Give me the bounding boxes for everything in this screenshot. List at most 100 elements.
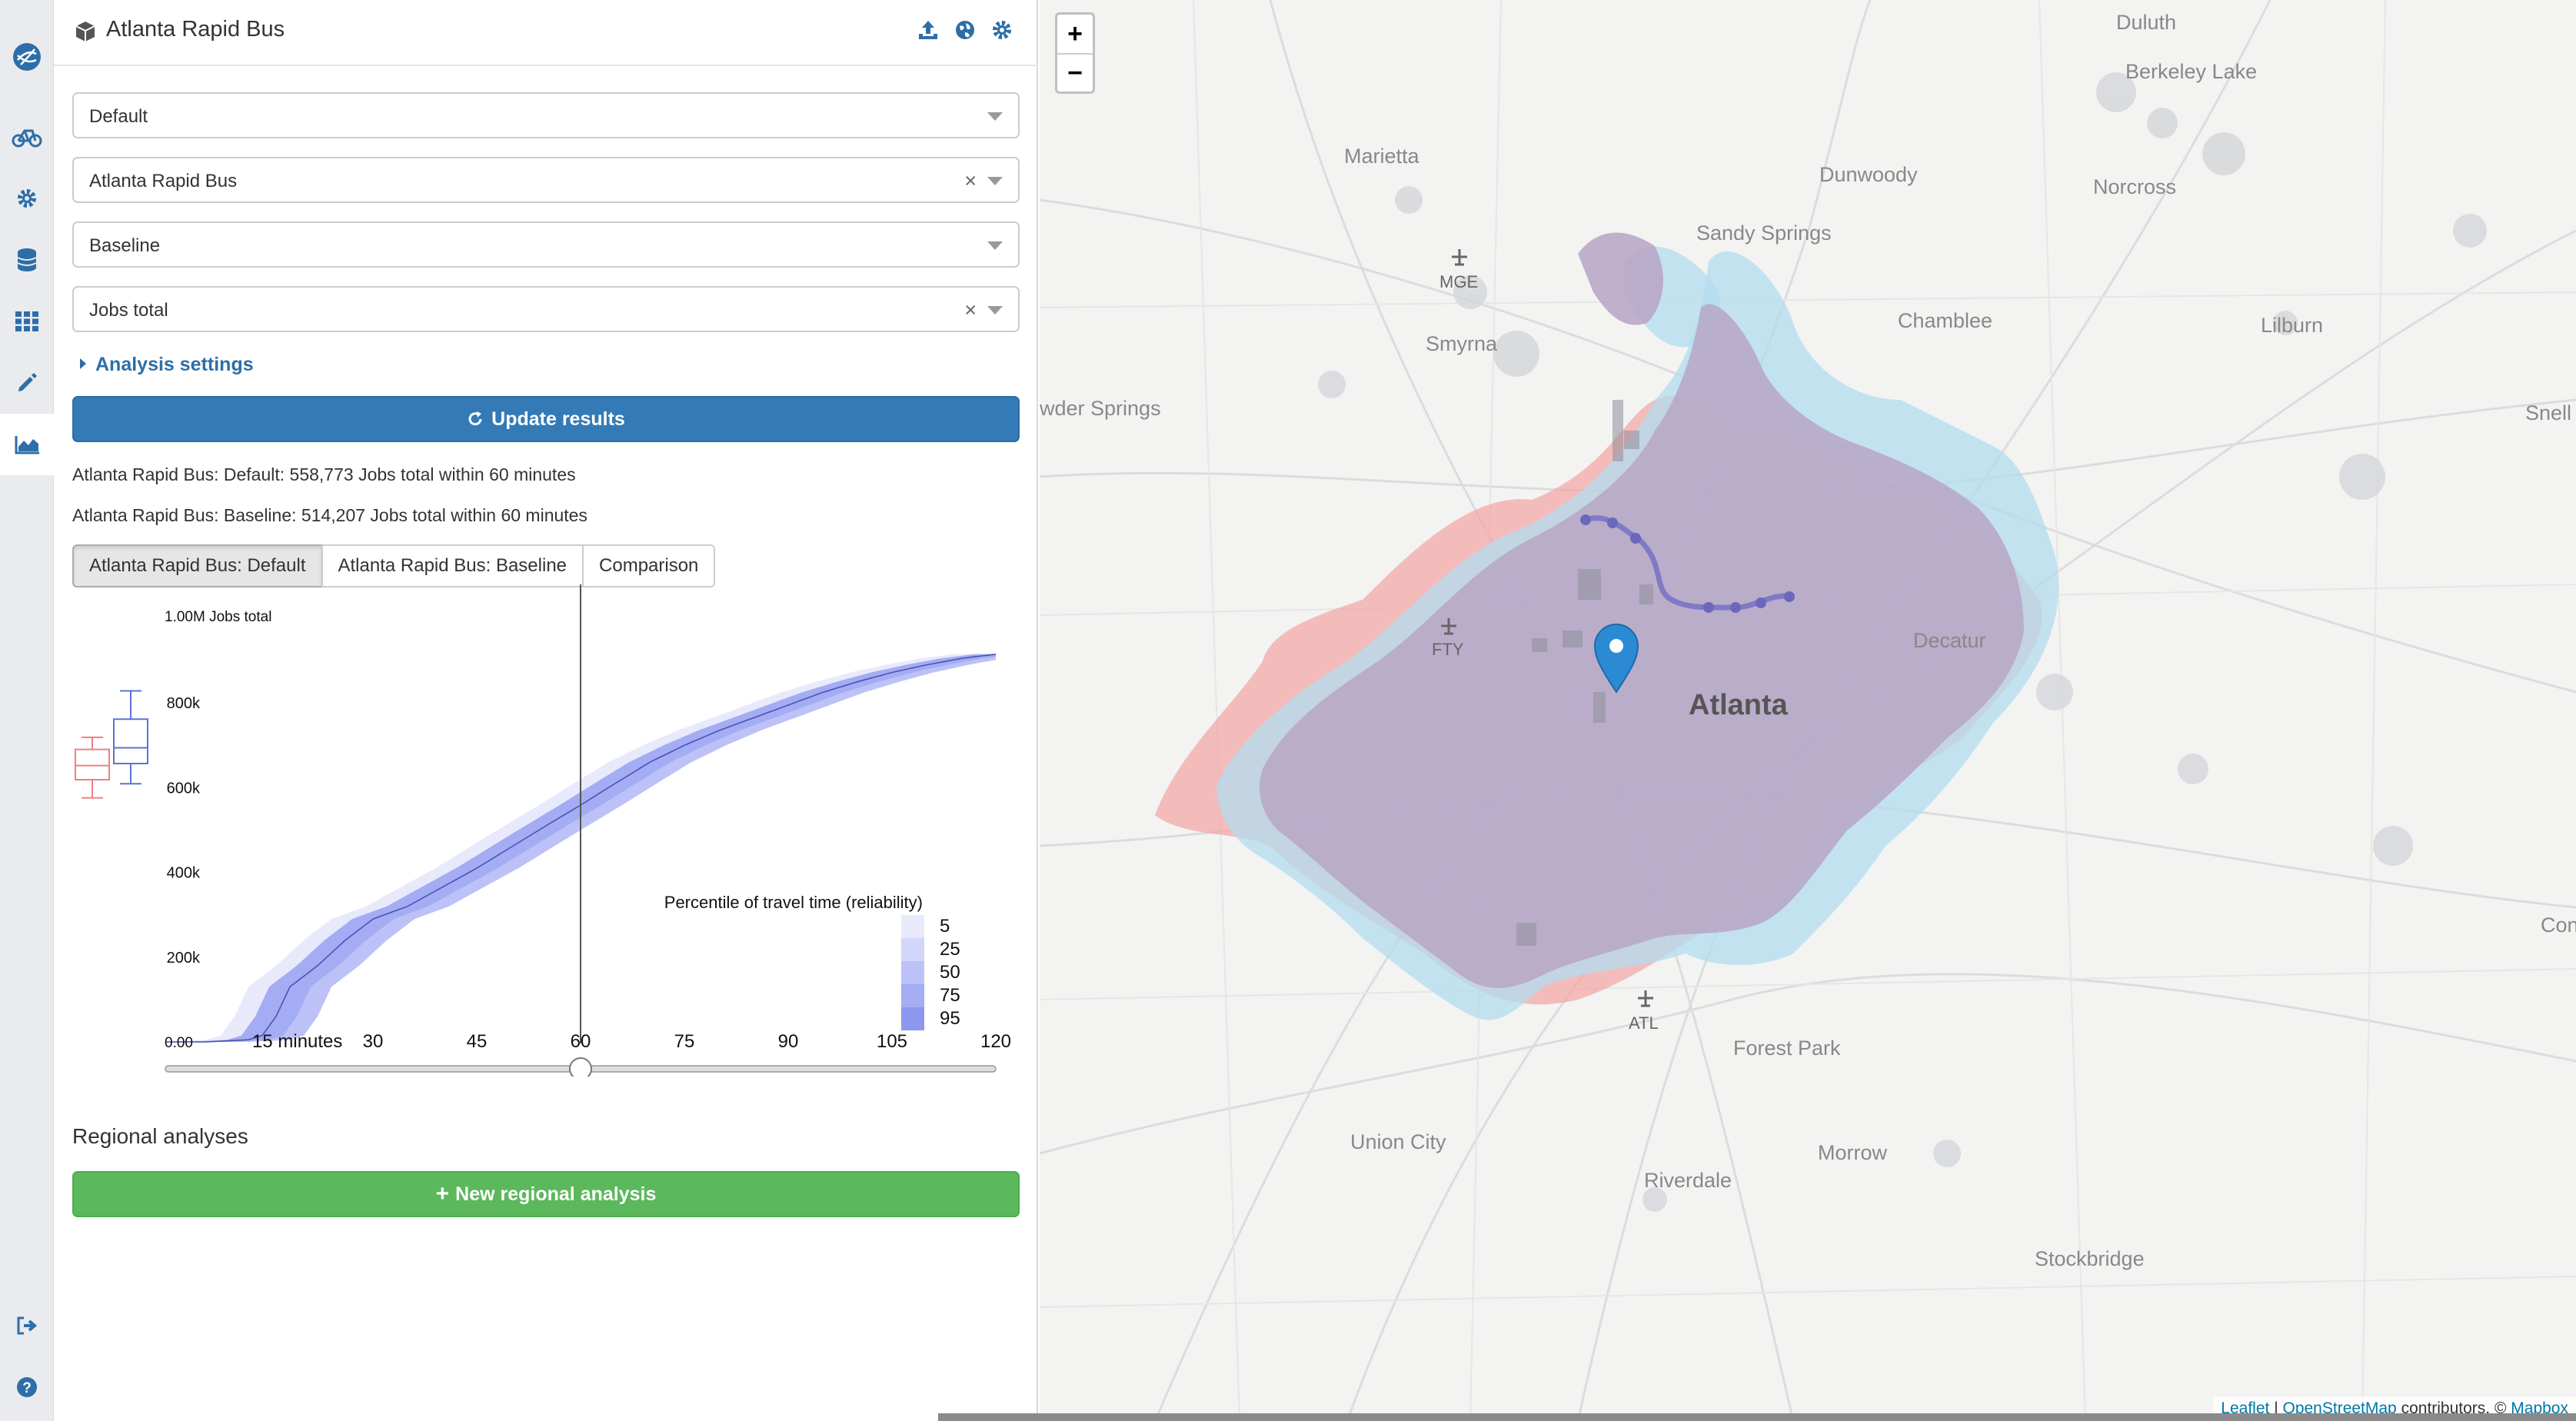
zoom-out-button[interactable]: − [1057,53,1093,92]
x-tick-45: 45 [467,1031,488,1052]
accessibility-chart: 1.00M Jobs total 800k 600k 400k 200k 0.00 15 m… [75,584,1011,1077]
new-regional-analysis-label: New regional analysis [455,1183,657,1205]
project-select[interactable]: Atlanta Rapid Bus × [72,157,1020,203]
percentile-bands [165,584,997,1043]
project-title: Atlanta Rapid Bus [106,17,285,42]
place-label-marietta: Marietta [1344,145,1419,168]
upload-icon[interactable] [917,18,940,45]
place-label-smyrna: Smyrna [1426,332,1498,355]
x-tick-90: 90 [778,1031,799,1052]
place-label-atlanta: Atlanta [1689,689,1788,721]
y-tick-600k: 600k [167,780,201,797]
legend-label-5: 5 [940,916,950,937]
variant-select[interactable]: Default [72,92,1020,138]
x-tick-105: 105 [877,1031,907,1052]
horizontal-scrollbar[interactable] [938,1413,2576,1421]
place-label-snell: Snell [2525,401,2572,424]
place-label-con: Con [2541,914,2576,937]
globe-icon[interactable] [954,18,977,45]
slider-handle[interactable] [569,1057,592,1077]
variant-select-value: Default [89,106,148,127]
tab-comparison[interactable]: Comparison [582,544,716,587]
place-label-decatur: Decatur [1913,629,1986,652]
zoom-in-button[interactable]: + [1057,15,1093,53]
logo-icon[interactable] [0,26,54,88]
baseline-accessibility-stat: Atlanta Rapid Bus: Baseline: 514,207 Job… [72,505,587,525]
clear-icon[interactable]: × [964,298,977,322]
place-label-fty: FTY [1432,640,1464,659]
place-label-atl: ATL [1629,1013,1659,1033]
place-label-berkeley-lake: Berkeley Lake [2125,60,2258,83]
refresh-icon [468,411,482,426]
panel-header: Atlanta Rapid Bus [54,0,1038,66]
legend-swatch-25 [901,938,924,961]
legend-swatch-50 [901,961,924,984]
caret-right-icon [80,358,86,370]
place-label-mge: MGE [1439,272,1479,291]
cube-icon [74,20,97,47]
legend-swatch-95 [901,1007,924,1030]
update-results-button[interactable]: Update results [72,396,1020,442]
result-tabs: Atlanta Rapid Bus: Default Atlanta Rapid… [72,544,716,587]
x-tick-120: 120 [980,1031,1011,1052]
place-label-duluth: Duluth [2116,11,2177,34]
place-label-dunwoody: Dunwoody [1819,163,1918,186]
opportunity-select[interactable]: Jobs total × [72,286,1020,332]
grid-icon[interactable] [0,291,54,352]
database-icon[interactable] [0,229,54,291]
place-label-union-city: Union City [1350,1130,1446,1153]
pencil-icon[interactable] [0,352,54,414]
boxplot-box-default [113,718,148,764]
tab-baseline[interactable]: Atlanta Rapid Bus: Baseline [321,544,584,587]
cutoff-slider[interactable] [165,1057,997,1077]
x-tick-15: 15 minutes [252,1031,342,1052]
place-label-norcross: Norcross [2093,175,2177,198]
zoom-control: + − [1055,12,1095,94]
regional-analyses-title: Regional analyses [72,1124,248,1148]
legend-label-75: 75 [940,985,960,1006]
boxplot-box-baseline [75,748,110,780]
legend-title: Percentile of travel time (reliability) [664,893,923,912]
area-chart-icon[interactable] [0,414,55,475]
sign-out-icon[interactable] [0,1295,54,1356]
y-tick-800k: 800k [167,695,201,712]
settings-gear-icon[interactable] [990,18,1013,45]
place-label-wder-springs: wder Springs [1040,397,1161,420]
chevron-down-icon [987,177,1003,185]
analysis-settings-label: Analysis settings [95,354,254,375]
plus-icon: + [435,1181,450,1206]
chevron-down-icon [987,241,1003,250]
help-icon[interactable]: ? [0,1356,54,1418]
place-label-morrow: Morrow [1818,1141,1888,1164]
place-label-riverdale: Riverdale [1644,1169,1732,1192]
legend-label-25: 25 [940,939,960,960]
default-accessibility-stat: Atlanta Rapid Bus: Default: 558,773 Jobs… [72,464,576,484]
comparison-select[interactable]: Baseline [72,221,1020,268]
svg-text:?: ? [22,1380,32,1396]
opportunity-select-value: Jobs total [89,300,168,321]
tab-default[interactable]: Atlanta Rapid Bus: Default [72,544,323,587]
map[interactable]: Duluth Berkeley Lake Dunwoody Marietta Norcr… [1040,0,2576,1421]
place-label-lilburn: Lilburn [2261,314,2324,337]
place-label-forest-park: Forest Park [1733,1037,1841,1060]
y-tick-400k: 400k [167,865,201,882]
update-results-label: Update results [491,408,625,430]
comparison-select-value: Baseline [89,235,161,256]
place-label-stockbridge: Stockbridge [2035,1247,2145,1270]
y-origin-label: 0.00 [165,1035,193,1051]
map-base [1040,0,2576,1421]
icon-rail: ? [0,0,55,1421]
analysis-settings-toggle[interactable]: Analysis settings [80,354,254,376]
legend-label-50: 50 [940,962,960,983]
chevron-down-icon [987,112,1003,121]
boxplots [75,690,148,799]
legend-swatch-75 [901,984,924,1007]
new-regional-analysis-button[interactable]: + New regional analysis [72,1171,1020,1217]
x-tick-60: 60 [571,1031,591,1052]
chevron-down-icon [987,306,1003,314]
place-label-chamblee: Chamblee [1898,309,1993,332]
bicycle-icon[interactable] [0,106,54,168]
clear-icon[interactable]: × [964,169,977,193]
gear-icon[interactable] [0,168,54,229]
legend-swatch-5 [901,915,924,938]
